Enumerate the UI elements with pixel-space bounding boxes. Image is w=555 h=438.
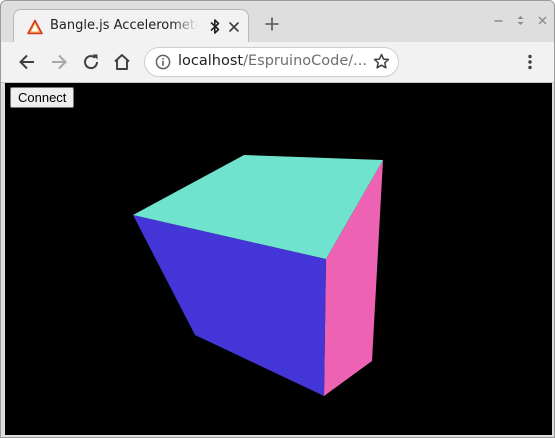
tab-strip: Bangle.js Accelerometer stream <box>1 1 554 42</box>
warning-triangle-icon <box>27 19 43 35</box>
back-arrow-icon[interactable] <box>17 52 37 72</box>
url-host: localhost <box>178 53 244 69</box>
url-text: localhost/EspruinoCode/... <box>178 53 367 69</box>
tab-bangle-accelerometer[interactable]: Bangle.js Accelerometer stream <box>13 9 249 42</box>
bluetooth-icon <box>210 19 220 34</box>
minimize-icon[interactable] <box>493 15 504 26</box>
browser-window: Bangle.js Accelerometer stream <box>0 0 555 438</box>
close-window-icon[interactable] <box>537 15 548 26</box>
bookmark-star-icon[interactable] <box>373 53 390 70</box>
info-icon[interactable] <box>155 54 171 70</box>
home-icon[interactable] <box>112 52 132 72</box>
url-path: /EspruinoCode/... <box>243 53 367 69</box>
forward-arrow-icon[interactable] <box>49 52 69 72</box>
browser-toolbar: localhost/EspruinoCode/... <box>1 42 554 83</box>
new-tab-plus-icon[interactable] <box>264 16 280 32</box>
tab-close-icon[interactable] <box>226 19 242 35</box>
address-bar[interactable]: localhost/EspruinoCode/... <box>144 47 399 77</box>
page-viewport: Connect <box>5 83 552 435</box>
connect-button[interactable]: Connect <box>10 87 75 108</box>
reload-icon[interactable] <box>81 52 101 72</box>
maximize-icon[interactable] <box>515 15 526 26</box>
more-menu-icon[interactable] <box>521 53 539 71</box>
cube-scene <box>133 155 383 396</box>
tab-title: Bangle.js Accelerometer stream <box>50 18 198 33</box>
